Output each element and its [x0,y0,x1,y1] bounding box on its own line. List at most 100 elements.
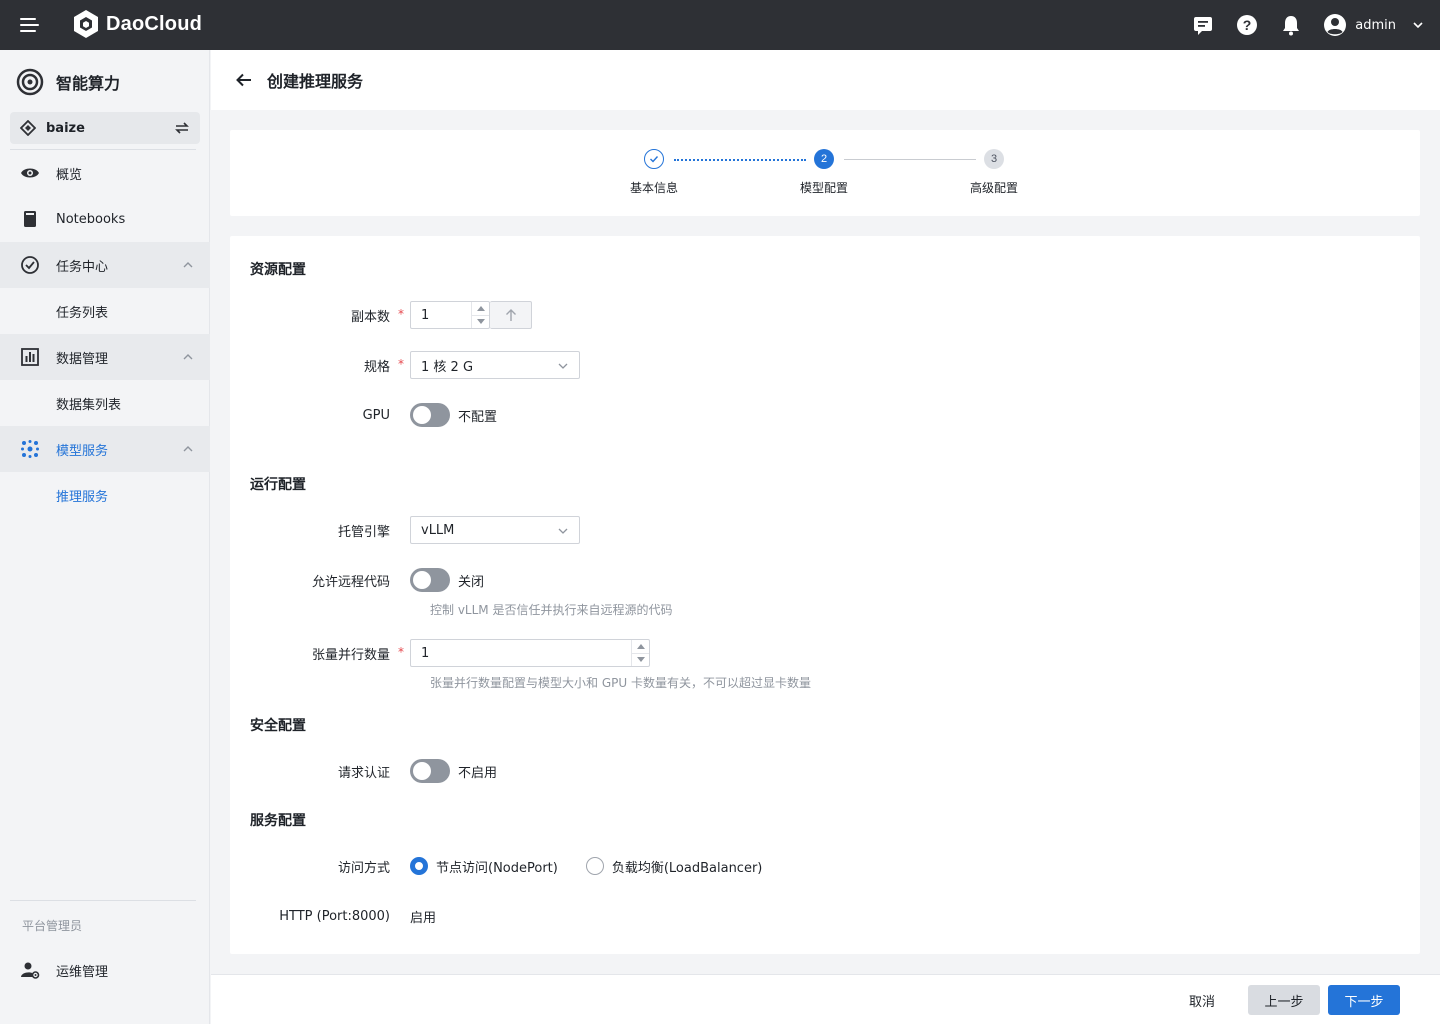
section-title-service: 服务配置 [250,813,306,829]
form-card: 资源配置 副本数 * 1 规格 * 1 核 2 G GPU 不配置 运行配置 托管引… [230,236,1420,954]
user-menu[interactable]: admin [1323,13,1424,37]
svg-text:?: ? [1243,17,1252,33]
replicas-input[interactable]: 1 [410,301,490,329]
previous-step-button[interactable]: 上一步 [1248,985,1320,1015]
section-title-runtime: 运行配置 [250,477,306,493]
auth-label: 请求认证 [337,765,390,781]
sidebar-group-data-management[interactable]: 数据管理 [0,334,210,380]
replicas-value: 1 [421,307,430,323]
gpu-toggle-text: 不配置 [458,409,498,425]
remote-code-toggle-text: 关闭 [458,574,485,590]
username: admin [1355,17,1396,33]
replicas-row: 副本数 * 1 [230,299,1420,331]
next-step-button[interactable]: 下一步 [1328,985,1400,1015]
chevron-down-icon [558,363,568,369]
sidebar-item-label: 数据管理 [56,351,109,367]
auth-toggle[interactable] [410,759,450,783]
eye-icon [21,168,39,178]
product-header: 智能算力 [16,68,120,96]
radio-nodeport-label[interactable]: 节点访问(NodePort) [436,857,558,876]
sidebar: 智能算力 baize 概览 Notebooks 任务中心 任务列表 数据管理 数… [0,50,210,1024]
sidebar-item-task-list[interactable]: 任务列表 [0,288,210,334]
scale-up-button[interactable] [490,301,532,329]
page-title: 创建推理服务 [267,72,364,91]
section-title-security: 安全配置 [250,718,306,734]
sidebar-item-ops-management[interactable]: 运维管理 [0,947,210,993]
decrement-icon[interactable] [472,314,489,329]
step-model-config: 2 模型配置 [784,149,864,196]
check-icon [644,149,664,169]
gpu-label: GPU [362,407,390,423]
http-row: HTTP (Port:8000) 启用 [230,900,1420,932]
tensor-parallel-input[interactable]: 1 [410,639,650,667]
platform-admin-caption: 平台管理员 [22,919,83,933]
radio-nodeport[interactable] [410,857,428,875]
divider [10,900,196,901]
increment-icon[interactable] [632,640,649,653]
chevron-up-icon [183,354,193,360]
sidebar-group-task-center[interactable]: 任务中心 [0,242,210,288]
chevron-up-icon [183,446,193,452]
decrement-icon[interactable] [632,652,649,667]
sidebar-item-label: 任务列表 [56,305,109,321]
sidebar-item-overview[interactable]: 概览 [0,150,210,196]
sidebar-group-model-service[interactable]: 模型服务 [0,426,210,472]
sidebar-item-notebooks[interactable]: Notebooks [0,196,210,242]
radio-loadbalancer[interactable] [585,857,604,875]
tensor-parallel-spinner[interactable] [631,640,649,666]
sidebar-item-label: 数据集列表 [56,397,122,413]
footer-bar: 取消 上一步 下一步 [211,974,1440,1024]
task-check-icon [21,256,39,274]
gpu-row: GPU 不配置 [230,399,1420,431]
section-title-resource: 资源配置 [250,262,306,278]
daocloud-logo-icon [74,10,98,38]
sidebar-item-label: 任务中心 [56,259,109,275]
step-label: 高级配置 [969,181,1018,195]
engine-select[interactable]: vLLM [410,516,580,544]
sidebar-item-inference-service[interactable]: 推理服务 [0,472,210,518]
help-icon[interactable]: ? [1225,0,1269,50]
message-icon[interactable] [1181,0,1225,50]
cancel-button[interactable]: 取消 [1172,985,1232,1015]
spec-row: 规格 * 1 核 2 G [230,349,1420,381]
step-basic-info: 基本信息 [614,149,694,196]
back-arrow-icon[interactable] [235,71,253,89]
workspace-switcher[interactable]: baize [10,112,200,144]
spec-label: 规格 * [363,356,404,375]
access-row: 访问方式 节点访问(NodePort) 负载均衡(LoadBalancer) [230,850,1420,882]
menu-toggle-icon[interactable] [18,14,40,36]
radio-loadbalancer-label[interactable]: 负载均衡(LoadBalancer) [612,857,763,876]
gpu-toggle[interactable] [410,403,450,427]
tensor-parallel-hint: 张量并行数量配置与模型大小和 GPU 卡数量有关，不可以超过显卡数量 [430,676,811,690]
tensor-parallel-label: 张量并行数量 * [311,644,404,663]
bar-chart-icon [21,348,39,366]
sidebar-item-label: 概览 [56,167,83,183]
ai-compute-icon [16,68,44,96]
product-name: 智能算力 [56,74,121,93]
chevron-down-icon [1413,22,1423,29]
step-advanced-config: 3 高级配置 [954,149,1034,196]
step-label: 模型配置 [799,181,848,195]
sidebar-item-label: Notebooks [56,211,126,227]
sidebar-item-label: 运维管理 [56,964,109,980]
user-avatar-icon [1324,14,1347,36]
increment-icon[interactable] [472,302,489,315]
workspace-name: baize [46,120,85,136]
auth-toggle-text: 不启用 [458,765,498,781]
remote-code-hint: 控制 vLLM 是否信任并执行来自远程源的代码 [430,603,673,617]
engine-label: 托管引擎 [337,524,390,540]
step-number: 3 [984,149,1004,169]
remote-code-toggle[interactable] [410,568,450,592]
sidebar-item-label: 推理服务 [56,489,109,505]
engine-value: vLLM [421,522,455,538]
spec-select[interactable]: 1 核 2 G [410,351,580,379]
notebook-icon [24,211,36,227]
user-gear-icon [21,962,40,979]
remote-code-row: 允许远程代码 关闭 [230,564,1420,596]
brand-logo[interactable]: DaoCloud [72,9,202,39]
access-label: 访问方式 [337,860,390,876]
notification-bell-icon[interactable] [1269,0,1313,50]
auth-row: 请求认证 不启用 [230,755,1420,787]
sidebar-item-dataset-list[interactable]: 数据集列表 [0,380,210,426]
replicas-spinner[interactable] [471,302,489,328]
